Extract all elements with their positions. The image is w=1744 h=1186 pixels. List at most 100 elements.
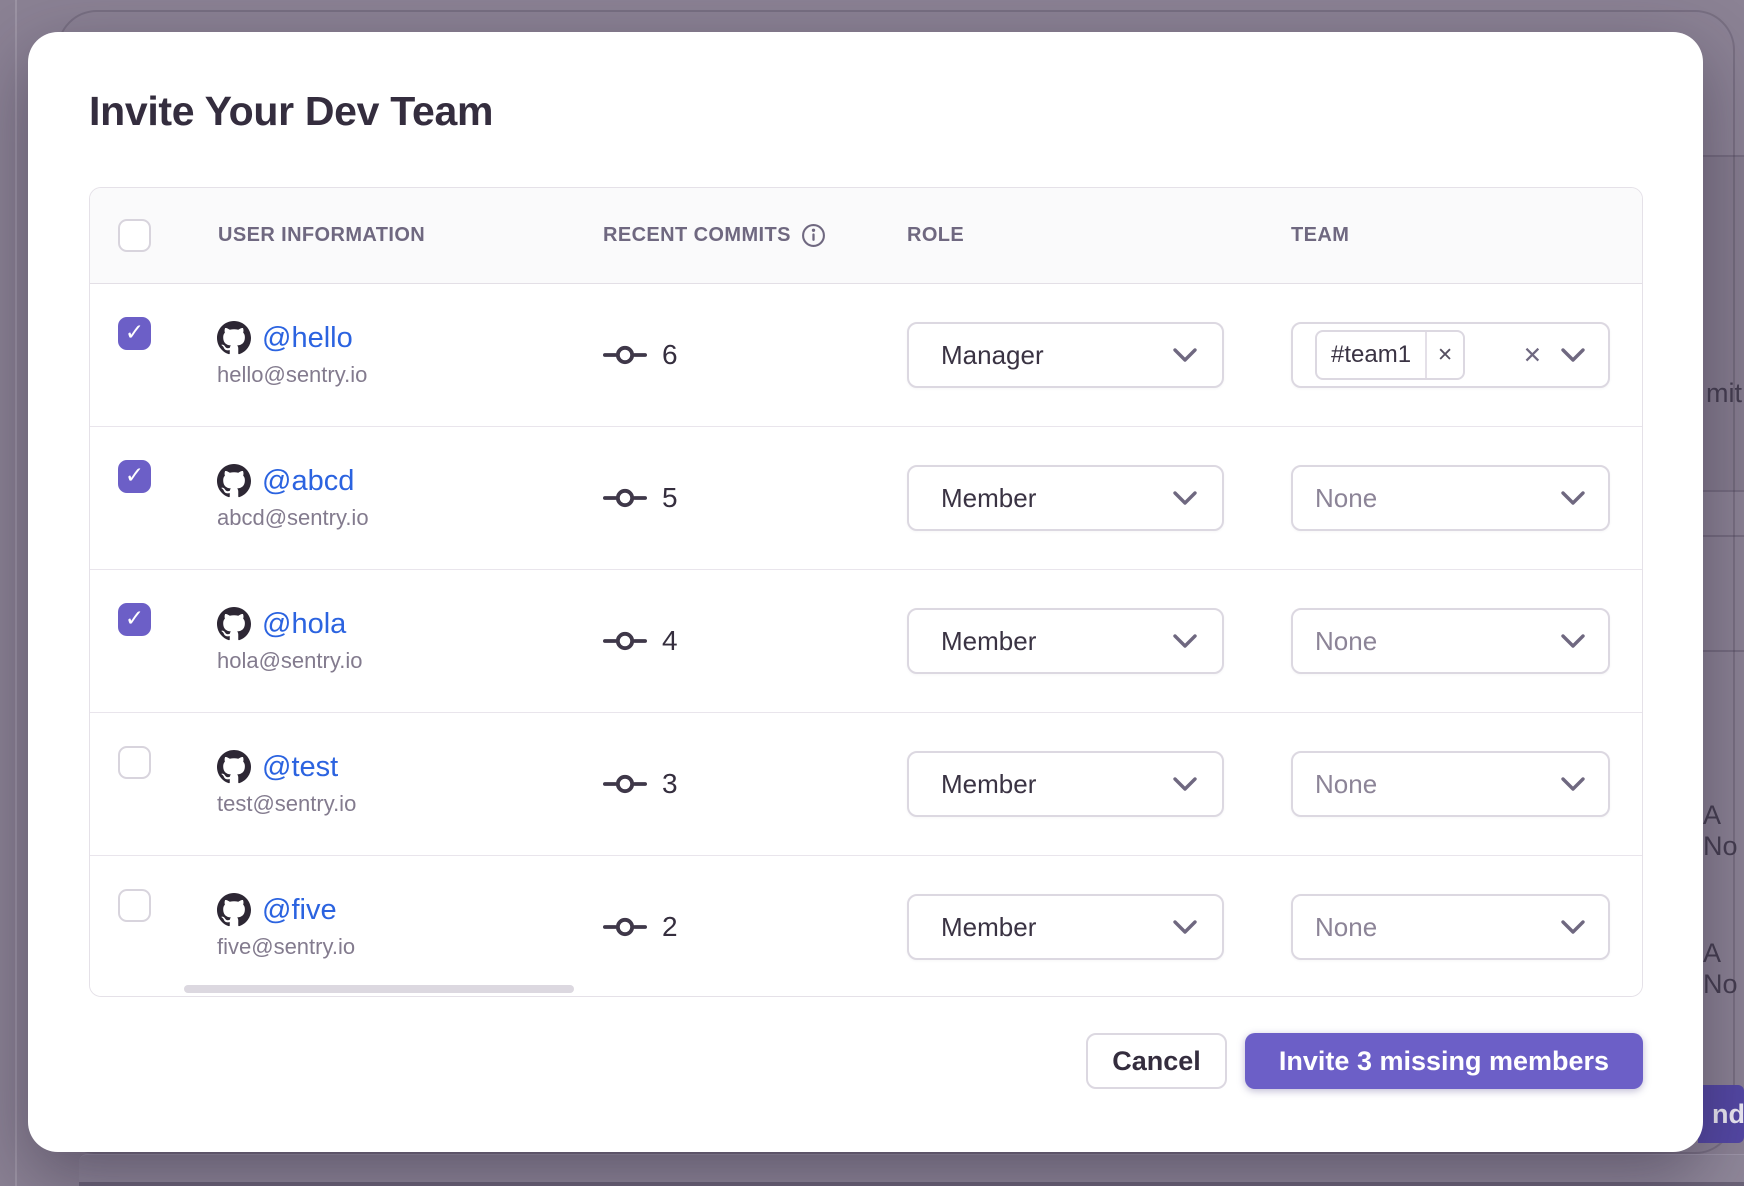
chevron-down-icon [1172, 919, 1198, 935]
user-information-cell: @abcd abcd@sentry.io [217, 463, 369, 531]
team-select[interactable]: #team1 ✕ ✕ [1291, 322, 1610, 388]
git-commit-icon [603, 914, 647, 940]
git-commit-icon [603, 342, 647, 368]
chevron-down-icon [1560, 490, 1586, 506]
role-select[interactable]: Member [907, 608, 1224, 674]
backdrop-text-fragment: mit [1706, 378, 1742, 409]
git-commit-icon [603, 628, 647, 654]
row-checkbox[interactable]: ✓ [118, 603, 151, 636]
recent-commits-cell: 4 [603, 570, 678, 712]
role-select-value: Member [941, 912, 1036, 943]
user-information-cell: @hola hola@sentry.io [217, 606, 362, 674]
user-information-cell: @test test@sentry.io [217, 749, 356, 817]
remove-tag-icon[interactable]: ✕ [1425, 332, 1463, 378]
backdrop-bottom-band [79, 1154, 1744, 1183]
backdrop-text-fragment: A No [1703, 800, 1744, 862]
invite-members-button[interactable]: Invite 3 missing members [1245, 1033, 1643, 1089]
commit-count: 6 [662, 339, 678, 371]
backdrop-button-fragment: nd [1698, 1085, 1744, 1143]
team-select[interactable]: None [1291, 894, 1610, 960]
cancel-button[interactable]: Cancel [1086, 1033, 1227, 1089]
github-icon [217, 750, 251, 784]
role-select[interactable]: Manager [907, 322, 1224, 388]
team-tag-label: #team1 [1317, 332, 1425, 378]
github-icon [217, 607, 251, 641]
user-email: abcd@sentry.io [217, 505, 369, 531]
team-select-value: None [1315, 626, 1377, 657]
column-header-role: ROLE [907, 188, 964, 283]
commit-count: 2 [662, 911, 678, 943]
team-select[interactable]: None [1291, 751, 1610, 817]
info-icon[interactable] [801, 223, 826, 248]
chevron-down-icon [1172, 490, 1198, 506]
column-header-recent-commits: RECENT COMMITS [603, 188, 826, 283]
backdrop-text-fragment: A No [1703, 938, 1744, 1000]
user-email: hello@sentry.io [217, 362, 367, 388]
commit-count: 4 [662, 625, 678, 657]
github-username-link[interactable]: @hello [262, 322, 353, 355]
table-row: ✓ @abcd abcd@sentry.io 5 Member [90, 426, 1642, 569]
team-select[interactable]: None [1291, 608, 1610, 674]
role-select-value: Member [941, 626, 1036, 657]
column-header-user-information: USER INFORMATION [218, 188, 425, 283]
chevron-down-icon [1560, 919, 1586, 935]
commit-count: 3 [662, 768, 678, 800]
recent-commits-cell: 6 [603, 284, 678, 426]
user-information-cell: @hello hello@sentry.io [217, 320, 367, 388]
table-row: ✓ @hello hello@sentry.io 6 Manager [90, 284, 1642, 426]
team-select-value: None [1315, 769, 1377, 800]
chevron-down-icon [1172, 776, 1198, 792]
table-row: ✓ @hola hola@sentry.io 4 Member [90, 569, 1642, 712]
invite-dev-team-modal: Invite Your Dev Team ✓ USER INFORMATION … [28, 32, 1703, 1152]
github-username-link[interactable]: @five [262, 894, 337, 927]
modal-title: Invite Your Dev Team [89, 88, 493, 135]
clear-selection-icon[interactable]: ✕ [1523, 342, 1542, 369]
team-select[interactable]: None [1291, 465, 1610, 531]
chevron-down-icon [1560, 776, 1586, 792]
git-commit-icon [603, 485, 647, 511]
github-icon [217, 893, 251, 927]
team-tag: #team1 ✕ [1315, 330, 1465, 380]
user-email: test@sentry.io [217, 791, 356, 817]
github-username-link[interactable]: @hola [262, 608, 346, 641]
role-select-value: Member [941, 483, 1036, 514]
github-username-link[interactable]: @abcd [262, 465, 354, 498]
backdrop-panel-edge [15, 0, 17, 1186]
table-header: ✓ USER INFORMATION RECENT COMMITS ROLE T… [90, 188, 1642, 284]
git-commit-icon [603, 771, 647, 797]
role-select-value: Member [941, 769, 1036, 800]
row-checkbox[interactable]: ✓ [118, 746, 151, 779]
row-checkbox[interactable]: ✓ [118, 889, 151, 922]
table-row: ✓ @test test@sentry.io 3 Member [90, 712, 1642, 855]
chevron-down-icon [1560, 347, 1586, 363]
check-icon: ✓ [125, 607, 144, 630]
horizontal-scrollbar-thumb[interactable] [184, 985, 574, 993]
row-checkbox[interactable]: ✓ [118, 460, 151, 493]
chevron-down-icon [1172, 633, 1198, 649]
github-icon [217, 464, 251, 498]
column-header-team: TEAM [1291, 188, 1349, 283]
github-username-link[interactable]: @test [262, 751, 338, 784]
role-select[interactable]: Member [907, 465, 1224, 531]
check-icon: ✓ [125, 321, 144, 344]
team-select-value: None [1315, 912, 1377, 943]
commit-count: 5 [662, 482, 678, 514]
recent-commits-cell: 2 [603, 856, 678, 997]
user-email: five@sentry.io [217, 934, 355, 960]
table-row: ✓ @five five@sentry.io 2 Member [90, 855, 1642, 997]
check-icon: ✓ [125, 464, 144, 487]
recent-commits-cell: 5 [603, 427, 678, 569]
row-checkbox[interactable]: ✓ [118, 317, 151, 350]
invite-table: ✓ USER INFORMATION RECENT COMMITS ROLE T… [89, 187, 1643, 997]
team-select-value: None [1315, 483, 1377, 514]
user-email: hola@sentry.io [217, 648, 362, 674]
role-select[interactable]: Member [907, 751, 1224, 817]
role-select[interactable]: Member [907, 894, 1224, 960]
recent-commits-cell: 3 [603, 713, 678, 855]
user-information-cell: @five five@sentry.io [217, 892, 355, 960]
select-all-checkbox[interactable]: ✓ [118, 219, 151, 252]
chevron-down-icon [1172, 347, 1198, 363]
chevron-down-icon [1560, 633, 1586, 649]
table-body: ✓ @hello hello@sentry.io 6 Manager [90, 284, 1642, 997]
github-icon [217, 321, 251, 355]
